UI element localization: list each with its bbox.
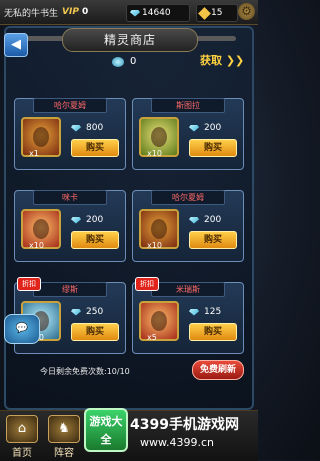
nav-home-label: 首页 (12, 448, 32, 459)
diamond-counter[interactable]: 14640 (126, 4, 190, 22)
shop-item-card: 哈尔夏姆 x1 800 购买 (14, 98, 126, 170)
buy-button[interactable]: 购买 (189, 231, 237, 249)
spirit-gem-icon (71, 308, 81, 316)
item-name: 哈尔夏姆 (33, 98, 107, 113)
nav-team[interactable]: ♞ 阵容 (44, 413, 84, 459)
spirit-count-value: 0 (130, 56, 137, 67)
item-price: 125 (189, 307, 221, 317)
gold-icon (198, 6, 211, 20)
shop-item-card: 咪卡 x10 200 购买 (14, 190, 126, 262)
buy-button[interactable]: 购买 (71, 139, 119, 157)
buy-button[interactable]: 购买 (189, 139, 237, 157)
diamond-icon (130, 9, 140, 17)
price-value: 200 (204, 123, 222, 133)
vip-label: VIP (62, 7, 79, 17)
item-quantity: x10 (29, 241, 44, 250)
spirit-portrait (139, 301, 179, 341)
item-quantity: x5 (147, 333, 157, 342)
price-value: 250 (86, 307, 104, 317)
item-price: 200 (189, 123, 221, 133)
obtain-button[interactable]: 获取 ❯❯ (200, 52, 244, 68)
watermark-logo: 游戏大全 (84, 408, 128, 452)
nav-team-label: 阵容 (54, 448, 74, 459)
item-quantity: x1 (29, 149, 39, 158)
spirit-gem-icon (71, 124, 81, 132)
spirit-gem-icon (189, 124, 199, 132)
spirit-gem-icon (112, 56, 124, 67)
shop-item-card: 哈尔夏姆 x10 200 购买 (132, 190, 244, 262)
gold-amount: 15 (211, 8, 223, 18)
item-name: 米瑞斯 (151, 282, 225, 297)
discount-badge: 折扣 (17, 277, 41, 291)
item-quantity: x10 (147, 241, 162, 250)
price-value: 200 (86, 215, 104, 225)
watermark-site-title: 4399手机游戏网 (130, 417, 239, 433)
item-name: 咪卡 (33, 190, 107, 205)
spirit-portrait (21, 117, 61, 157)
back-button[interactable]: ◀ (4, 33, 28, 57)
chat-icon[interactable]: 💬 (4, 314, 40, 344)
home-icon: ⌂ (6, 415, 38, 443)
nav-home[interactable]: ⌂ 首页 (2, 413, 42, 459)
top-status-bar: 无私的牛书生 VIP 0 14640 15 ⚙ (0, 0, 258, 25)
vip-level: 0 (81, 7, 89, 17)
page-title: 精灵商店 (62, 28, 198, 52)
team-icon: ♞ (48, 415, 80, 443)
free-refresh-remaining: 今日剩余免费次数:10/10 (40, 367, 130, 376)
buy-button[interactable]: 购买 (71, 231, 119, 249)
spirit-gem-icon (189, 308, 199, 316)
item-name: 缪斯 (33, 282, 107, 297)
discount-badge: 折扣 (135, 277, 159, 291)
item-quantity: x10 (147, 149, 162, 158)
shop-item-card: 米瑞斯 x5 125 购买 折扣 (132, 277, 244, 354)
buy-button[interactable]: 购买 (71, 323, 119, 341)
price-value: 125 (204, 307, 222, 317)
price-value: 800 (86, 123, 104, 133)
buy-button[interactable]: 购买 (189, 323, 237, 341)
title-left-ornament (24, 36, 64, 41)
item-price: 800 (71, 123, 103, 133)
player-name: 无私的牛书生 (4, 8, 59, 19)
item-name: 哈尔夏姆 (151, 190, 225, 205)
price-value: 200 (204, 215, 222, 225)
watermark-site-url: www.4399.cn (140, 436, 214, 449)
shop-item-card: 斯图拉 x10 200 购买 (132, 98, 244, 170)
settings-gear-icon[interactable]: ⚙ (238, 3, 255, 20)
item-price: 200 (189, 215, 221, 225)
spirit-gem-icon (71, 216, 81, 224)
item-price: 200 (71, 215, 103, 225)
item-name: 斯图拉 (151, 98, 225, 113)
obtain-label: 获取 (200, 54, 222, 67)
diamond-amount: 14640 (142, 8, 171, 18)
free-refresh-button[interactable]: 免费刷新 (192, 360, 244, 380)
title-right-ornament (196, 36, 236, 41)
spirit-currency: 0 (112, 56, 136, 67)
spirit-gem-icon (189, 216, 199, 224)
item-price: 250 (71, 307, 103, 317)
gold-counter[interactable]: 15 (196, 4, 238, 22)
